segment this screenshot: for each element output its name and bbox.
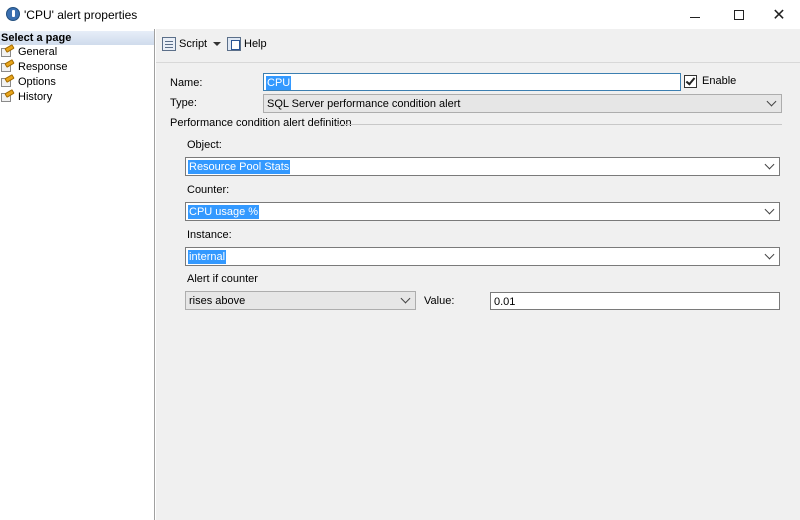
close-button[interactable]: ✕ (756, 0, 800, 29)
chevron-down-icon (764, 249, 775, 260)
title-bar: 'CPU' alert properties ✕ (0, 0, 800, 29)
wrench-page-icon (0, 44, 15, 58)
counter-select[interactable]: CPU usage % (185, 202, 780, 221)
group-divider (337, 124, 782, 125)
name-label: Name: (170, 77, 203, 89)
enable-checkbox[interactable] (684, 75, 697, 88)
help-icon (227, 37, 241, 51)
sidebar-item-options[interactable]: Options (0, 74, 56, 89)
chevron-down-icon (764, 204, 775, 215)
chevron-down-icon (764, 159, 775, 170)
chevron-down-icon (766, 96, 777, 107)
sidebar-item-general[interactable]: General (0, 44, 58, 59)
value-input-value: 0.01 (494, 296, 516, 308)
name-input[interactable]: CPU (263, 73, 681, 91)
window-title: 'CPU' alert properties (24, 8, 138, 22)
main-panel: Script Help Name: CPU Enable Type: SQL S… (156, 29, 800, 520)
maximize-icon (734, 9, 744, 20)
chevron-down-icon (400, 293, 411, 304)
alert-form: Name: CPU Enable Type: SQL Server perfor… (160, 66, 796, 516)
type-label: Type: (170, 97, 197, 109)
instance-label: Instance: (187, 229, 232, 241)
sidebar-item-history[interactable]: History (0, 89, 53, 104)
counter-select-value: CPU usage % (188, 205, 260, 219)
wrench-page-icon (0, 74, 15, 88)
alert-app-icon (6, 7, 20, 21)
name-input-value: CPU (266, 76, 292, 90)
type-select-value: SQL Server performance condition alert (267, 98, 461, 110)
sidebar-header: Select a page (0, 31, 154, 45)
toolbar: Script Help (156, 29, 800, 60)
minimize-icon (690, 17, 700, 18)
check-icon (685, 75, 696, 86)
script-icon (162, 37, 176, 51)
instance-select[interactable]: internal (185, 247, 780, 266)
sidebar-item-label: History (18, 91, 53, 103)
sidebar-item-label: Response (18, 61, 68, 73)
value-input[interactable]: 0.01 (490, 292, 780, 310)
chevron-down-icon[interactable] (213, 42, 222, 46)
help-button[interactable]: Help (227, 37, 267, 51)
wrench-page-icon (0, 89, 15, 103)
minimize-button[interactable] (672, 0, 718, 29)
instance-select-value: internal (188, 250, 227, 264)
value-label: Value: (424, 295, 455, 307)
close-icon: ✕ (772, 4, 786, 24)
help-label: Help (244, 38, 267, 50)
alert-if-select-value: rises above (189, 295, 246, 307)
sidebar-item-response[interactable]: Response (0, 59, 68, 74)
enable-label: Enable (702, 75, 737, 87)
object-select[interactable]: Resource Pool Stats (185, 157, 780, 176)
alert-if-select[interactable]: rises above (185, 291, 416, 310)
wrench-page-icon (0, 59, 15, 73)
sidebar-item-label: General (18, 46, 58, 58)
script-label: Script (179, 38, 208, 50)
type-select[interactable]: SQL Server performance condition alert (263, 94, 782, 113)
script-button[interactable]: Script (162, 37, 222, 51)
group-title: Performance condition alert definition (170, 117, 352, 129)
alert-if-label: Alert if counter (187, 273, 258, 285)
page-selector-sidebar: Select a page General Response Options H… (0, 29, 155, 520)
object-label: Object: (187, 139, 222, 151)
sidebar-item-label: Options (18, 76, 56, 88)
toolbar-divider (156, 62, 800, 63)
object-select-value: Resource Pool Stats (188, 160, 291, 174)
counter-label: Counter: (187, 184, 230, 196)
